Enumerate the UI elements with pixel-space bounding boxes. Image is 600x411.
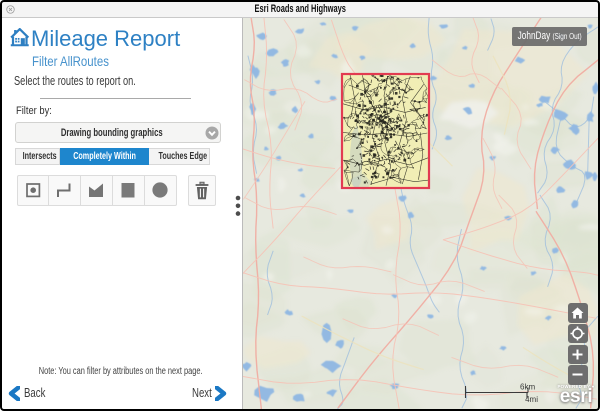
svg-text:6km: 6km (520, 383, 535, 392)
svg-text:4mi: 4mi (525, 395, 538, 404)
